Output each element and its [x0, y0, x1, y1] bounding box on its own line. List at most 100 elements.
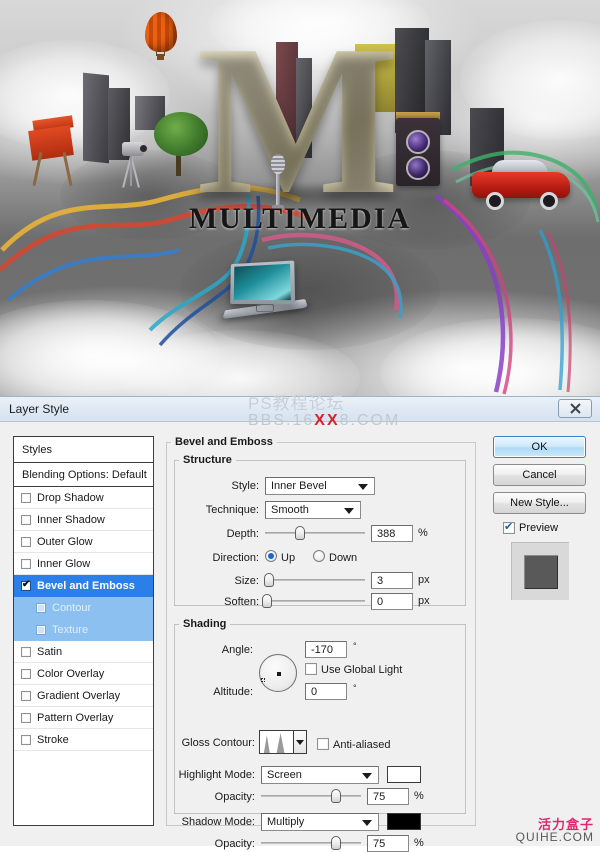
watermark-brand-url: QUIHE.COM: [515, 830, 594, 844]
preview-toggle[interactable]: Preview: [503, 520, 559, 534]
shading-group: Shading Angle: -170 ° Use Global Light A…: [174, 618, 466, 852]
preview-checkbox[interactable]: [503, 520, 515, 534]
checkbox-pattern-overlay[interactable]: [21, 712, 31, 723]
size-value: 3: [377, 574, 384, 587]
soften-input[interactable]: 0: [371, 593, 413, 610]
style-item-outer-glow[interactable]: Outer Glow: [14, 531, 153, 553]
bevel-emboss-panel: Bevel and Emboss Structure Style: Inner …: [166, 436, 476, 852]
shadow-mode-select[interactable]: Multiply: [261, 813, 379, 831]
shadow-color-swatch[interactable]: [387, 813, 421, 830]
checkbox-color-overlay[interactable]: [21, 668, 31, 679]
depth-value: 388: [377, 527, 396, 540]
use-global-light-checkbox[interactable]: [305, 663, 317, 675]
highlight-mode-label: Highlight Mode:: [178, 769, 255, 781]
highlight-opacity-value: 75: [373, 790, 386, 803]
angle-input[interactable]: -170: [305, 641, 347, 658]
checkbox-satin[interactable]: [21, 646, 31, 657]
gloss-contour-preview: [260, 731, 294, 753]
styles-list-header[interactable]: Styles: [14, 437, 153, 463]
multimedia-artwork: M MULTIMEDIA: [0, 0, 600, 396]
checkbox-gradient-overlay[interactable]: [21, 690, 31, 701]
chevron-down-icon: [358, 484, 368, 490]
size-input[interactable]: 3: [371, 572, 413, 589]
checkbox-stroke[interactable]: [21, 734, 31, 745]
dialog-body: Styles Blending Options: Default Drop Sh…: [0, 421, 600, 852]
checkbox-inner-shadow[interactable]: [21, 514, 31, 525]
checkbox-outer-glow[interactable]: [21, 536, 31, 547]
anti-aliased-label: Anti-aliased: [333, 739, 391, 751]
gloss-contour-dropdown[interactable]: [293, 731, 306, 753]
slider-thumb[interactable]: [264, 573, 274, 587]
anti-aliased-checkbox[interactable]: [317, 738, 329, 750]
direction-radio-up[interactable]: [265, 550, 277, 562]
angle-value: -170: [311, 643, 334, 656]
close-icon[interactable]: [558, 399, 592, 418]
checkbox-contour[interactable]: [36, 602, 46, 613]
checkbox-bevel-and-emboss[interactable]: [21, 579, 31, 591]
gloss-contour-label: Gloss Contour:: [181, 737, 255, 749]
gloss-contour-picker[interactable]: [259, 730, 307, 754]
altitude-input[interactable]: 0: [305, 683, 347, 700]
highlight-opacity-input[interactable]: 75: [367, 788, 409, 805]
style-item-pattern-overlay[interactable]: Pattern Overlay: [14, 707, 153, 729]
ok-button[interactable]: OK: [493, 436, 586, 458]
styles-list-panel: Styles Blending Options: Default Drop Sh…: [13, 436, 154, 826]
shadow-opacity-slider[interactable]: [261, 836, 361, 850]
highlight-mode-select[interactable]: Screen: [261, 766, 379, 784]
style-item-label: Color Overlay: [37, 667, 105, 680]
tripod-leg: [130, 156, 132, 186]
checkbox-texture[interactable]: [36, 624, 46, 635]
blending-options-item[interactable]: Blending Options: Default: [14, 463, 153, 487]
direction-radio-down[interactable]: [313, 550, 325, 562]
size-slider[interactable]: [264, 573, 365, 587]
style-item-label: Satin: [37, 645, 63, 658]
chevron-down-icon: [362, 820, 372, 826]
checkbox-drop-shadow[interactable]: [21, 492, 31, 503]
style-item-label: Bevel and Emboss: [37, 579, 135, 592]
angle-unit: °: [353, 641, 357, 651]
slider-thumb[interactable]: [331, 789, 341, 803]
style-select-value: Inner Bevel: [271, 480, 327, 492]
style-item-contour[interactable]: Contour: [14, 597, 153, 619]
slider-thumb[interactable]: [295, 526, 305, 540]
style-item-stroke[interactable]: Stroke: [14, 729, 153, 751]
technique-select[interactable]: Smooth: [265, 501, 361, 519]
angle-label: Angle:: [221, 644, 253, 656]
cancel-button[interactable]: Cancel: [493, 464, 586, 486]
dial-handle[interactable]: [261, 678, 265, 682]
shading-title: Shading: [183, 618, 227, 630]
style-item-color-overlay[interactable]: Color Overlay: [14, 663, 153, 685]
style-select[interactable]: Inner Bevel: [265, 477, 375, 495]
slider-thumb[interactable]: [331, 836, 341, 850]
highlight-opacity-slider[interactable]: [261, 789, 361, 803]
camera-lens-icon: [406, 156, 430, 180]
style-item-inner-shadow[interactable]: Inner Shadow: [14, 509, 153, 531]
highlight-color-swatch[interactable]: [387, 766, 421, 783]
depth-label: Depth:: [226, 528, 259, 540]
depth-slider[interactable]: [265, 526, 365, 540]
slider-thumb[interactable]: [262, 594, 272, 608]
style-item-label: Gradient Overlay: [37, 689, 121, 702]
slider-track: [265, 600, 365, 602]
style-item-satin[interactable]: Satin: [14, 641, 153, 663]
depth-unit: %: [418, 527, 428, 539]
laptop-trackpad: [256, 304, 274, 312]
style-item-drop-shadow[interactable]: Drop Shadow: [14, 487, 153, 509]
style-item-inner-glow[interactable]: Inner Glow: [14, 553, 153, 575]
style-item-gradient-overlay[interactable]: Gradient Overlay: [14, 685, 153, 707]
depth-input[interactable]: 388: [371, 525, 413, 542]
letter-m-headline: M: [160, 12, 430, 227]
new-style-button[interactable]: New Style...: [493, 492, 586, 514]
soften-slider[interactable]: [262, 594, 365, 608]
preview-label: Preview: [519, 522, 559, 534]
use-global-light-label: Use Global Light: [321, 664, 403, 676]
soften-value: 0: [377, 595, 384, 608]
shadow-opacity-input[interactable]: 75: [367, 835, 409, 852]
altitude-label: Altitude:: [213, 686, 253, 698]
style-item-bevel-and-emboss[interactable]: Bevel and Emboss: [14, 575, 153, 597]
checkbox-inner-glow[interactable]: [21, 558, 31, 569]
size-label: Size:: [234, 575, 259, 587]
slider-track: [265, 532, 365, 534]
angle-dial[interactable]: [259, 654, 297, 692]
style-item-texture[interactable]: Texture: [14, 619, 153, 641]
